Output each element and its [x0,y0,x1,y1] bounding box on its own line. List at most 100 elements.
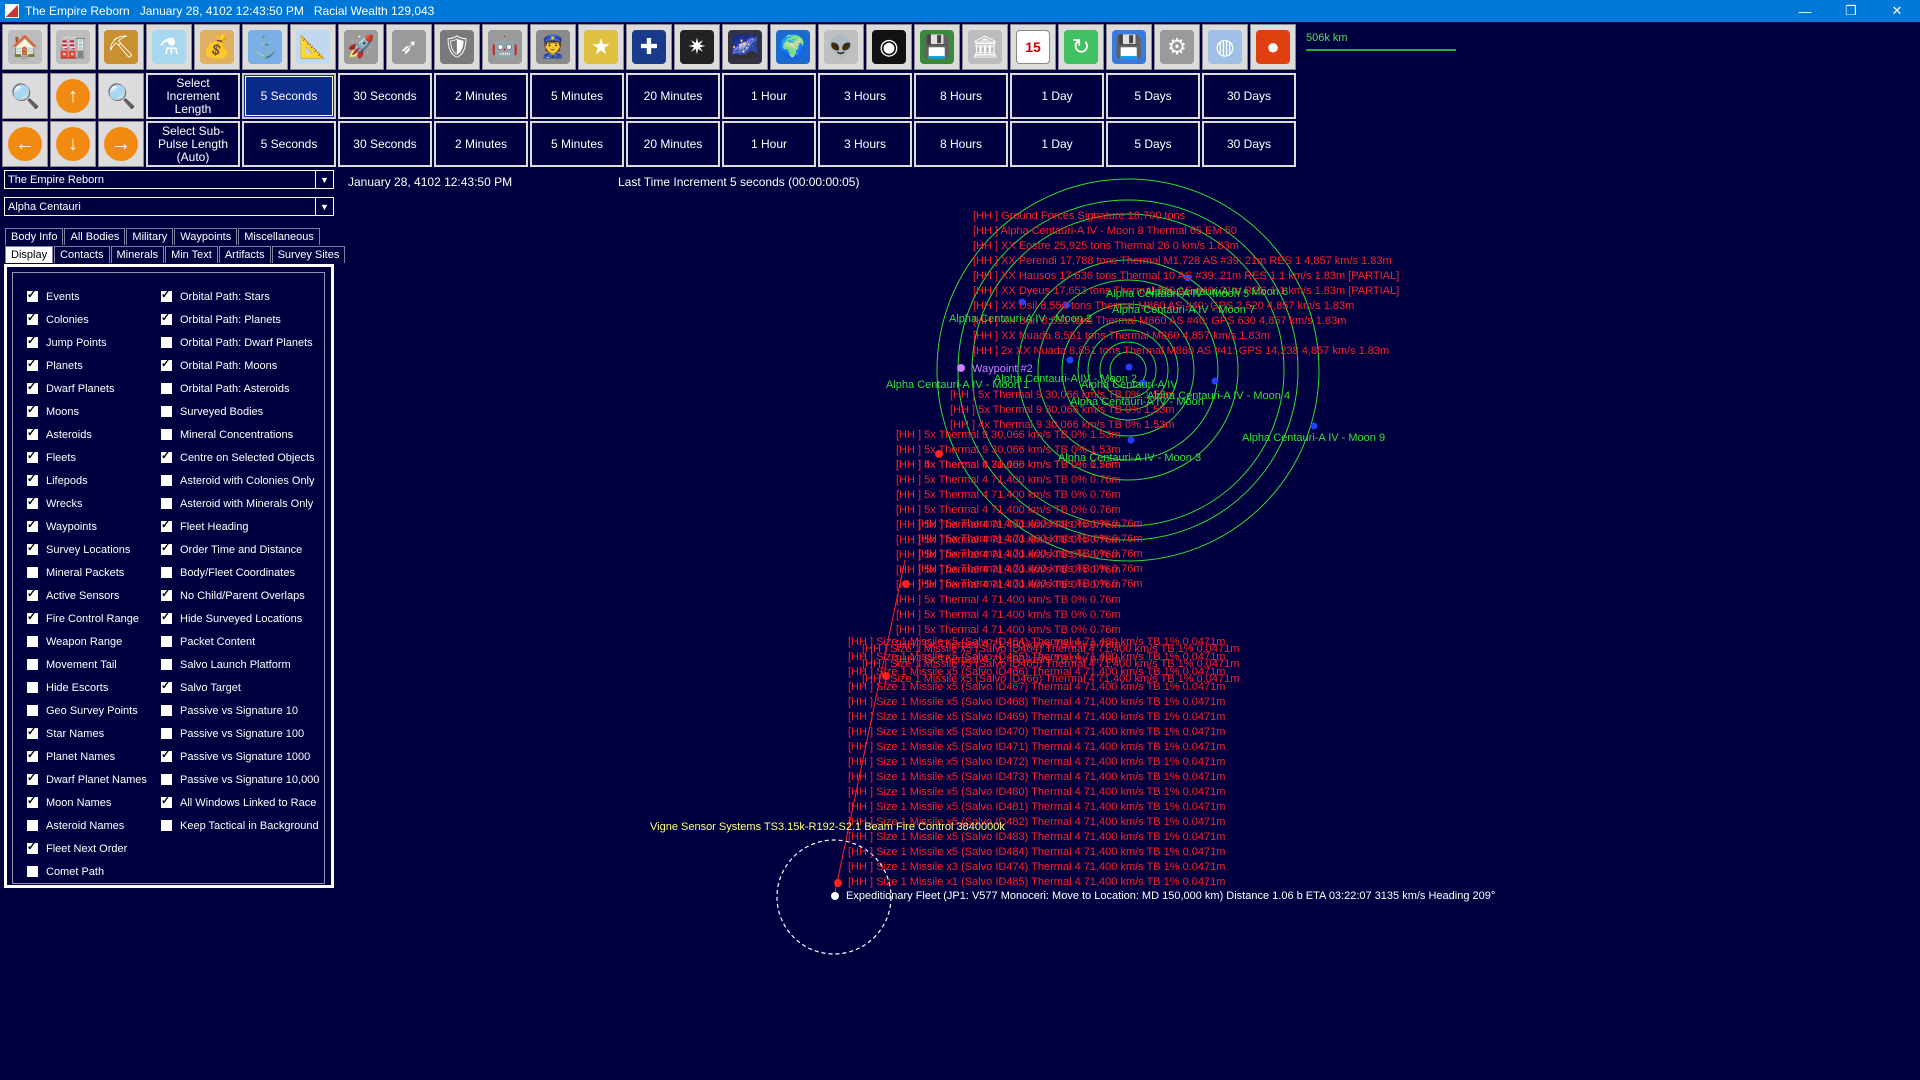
subpulse-option[interactable]: 2 Minutes [434,121,528,167]
option-row[interactable]: Fleet Heading [161,515,319,538]
option-row[interactable]: Orbital Path: Asteroids [161,377,319,400]
option-row[interactable]: Wrecks [27,492,147,515]
checkbox[interactable] [161,679,172,693]
option-row[interactable]: Weapon Range [27,630,147,653]
option-row[interactable]: Fleet Next Order [27,837,147,860]
checkbox[interactable] [27,794,38,808]
option-row[interactable]: All Windows Linked to Race [161,791,319,814]
missile-button[interactable]: ➶ [386,24,432,70]
tab-body-info[interactable]: Body Info [5,228,64,245]
medal-button[interactable]: ★ [578,24,624,70]
tab-miscellaneous[interactable]: Miscellaneous [238,228,320,245]
fleet-button[interactable]: 🚀 [338,24,384,70]
subpulse-option[interactable]: 5 Seconds [242,121,336,167]
option-row[interactable]: Packet Content [161,630,319,653]
tab-waypoints[interactable]: Waypoints [174,228,238,245]
checkbox[interactable] [27,866,38,877]
increment-option[interactable]: 5 Minutes [530,73,624,119]
option-row[interactable]: Dwarf Planet Names [27,768,147,791]
tab-contacts[interactable]: Contacts [54,246,110,263]
waypoint-marker[interactable] [957,364,965,372]
contact-marker[interactable] [902,580,910,588]
checkbox[interactable] [161,728,172,739]
wealth-button[interactable]: 💰 [194,24,240,70]
subpulse-option[interactable]: 1 Hour [722,121,816,167]
checkbox[interactable] [161,794,172,808]
tab-display[interactable]: Display [5,246,54,263]
save-button[interactable]: 💾 [1106,24,1152,70]
option-row[interactable]: Asteroid Names [27,814,147,837]
checkbox[interactable] [27,426,38,440]
checkbox[interactable] [161,541,172,555]
checkbox[interactable] [27,682,38,693]
mining-button[interactable]: ⛏ [98,24,144,70]
tech-button[interactable]: 💾 [914,24,960,70]
checkbox[interactable] [161,475,172,486]
option-row[interactable]: Asteroids [27,423,147,446]
checkbox[interactable] [27,288,38,302]
option-row[interactable]: Order Time and Distance [161,538,319,561]
option-row[interactable]: Passive vs Signature 100 [161,722,319,745]
moon-marker[interactable] [1063,301,1071,309]
increment-option[interactable]: 1 Hour [722,73,816,119]
subpulse-option[interactable]: 1 Day [1010,121,1104,167]
contact-marker[interactable] [834,879,842,887]
zoom-in-button[interactable]: 🔍 [2,73,48,119]
option-row[interactable]: Dwarf Planets [27,377,147,400]
checkbox[interactable] [27,472,38,486]
checkbox[interactable] [27,587,38,601]
option-row[interactable]: Orbital Path: Moons [161,354,319,377]
checkbox[interactable] [27,403,38,417]
option-row[interactable]: Colonies [27,308,147,331]
option-row[interactable]: Fire Control Range [27,607,147,630]
checkbox[interactable] [161,288,172,302]
checkbox[interactable] [27,771,38,785]
moon-marker[interactable] [1139,379,1147,387]
tab-artifacts[interactable]: Artifacts [218,246,271,263]
checkbox[interactable] [161,567,172,578]
option-row[interactable]: Orbital Path: Dwarf Planets [161,331,319,354]
checkbox[interactable] [161,311,172,325]
moon-marker[interactable] [1127,436,1135,444]
checkbox[interactable] [161,406,172,417]
checkbox[interactable] [27,820,38,831]
checkbox[interactable] [27,334,38,348]
checkbox[interactable] [27,541,38,555]
increment-option[interactable]: 3 Hours [818,73,912,119]
option-row[interactable]: Centre on Selected Objects [161,446,319,469]
increment-option[interactable]: 20 Minutes [626,73,720,119]
option-row[interactable]: Asteroid with Minerals Only [161,492,319,515]
checkbox[interactable] [27,705,38,716]
calendar-button[interactable]: 15 [1010,24,1056,70]
checkbox[interactable] [161,659,172,670]
checkbox[interactable] [161,610,172,624]
option-row[interactable]: Keep Tactical in Background [161,814,319,837]
ground-forces-button[interactable]: 🛡 [434,24,480,70]
option-row[interactable]: Survey Locations [27,538,147,561]
galaxy-map-button[interactable]: 🌌 [722,24,768,70]
tab-all-bodies[interactable]: All Bodies [64,228,126,245]
checkbox[interactable] [161,449,172,463]
checkbox[interactable] [27,659,38,670]
industry-button[interactable]: 🏭 [50,24,96,70]
intel-button[interactable]: ◉ [866,24,912,70]
option-row[interactable]: Salvo Launch Platform [161,653,319,676]
checkbox[interactable] [27,725,38,739]
subpulse-option[interactable]: 5 Minutes [530,121,624,167]
checkbox[interactable] [161,587,172,601]
option-row[interactable]: Moon Names [27,791,147,814]
colony-button[interactable]: 🏠 [2,24,48,70]
tab-military[interactable]: Military [126,228,174,245]
subpulse-option[interactable]: 8 Hours [914,121,1008,167]
option-row[interactable]: Hide Surveyed Locations [161,607,319,630]
option-row[interactable]: Body/Fleet Coordinates [161,561,319,584]
checkbox[interactable] [161,337,172,348]
research-button[interactable]: ⚗ [146,24,192,70]
option-row[interactable]: Passive vs Signature 10,000 [161,768,319,791]
option-row[interactable]: Lifepods [27,469,147,492]
refresh-button[interactable]: ↻ [1058,24,1104,70]
checkbox[interactable] [27,449,38,463]
moon-marker[interactable] [1018,298,1026,306]
option-row[interactable]: Orbital Path: Stars [161,285,319,308]
moon-marker[interactable] [1125,363,1133,371]
